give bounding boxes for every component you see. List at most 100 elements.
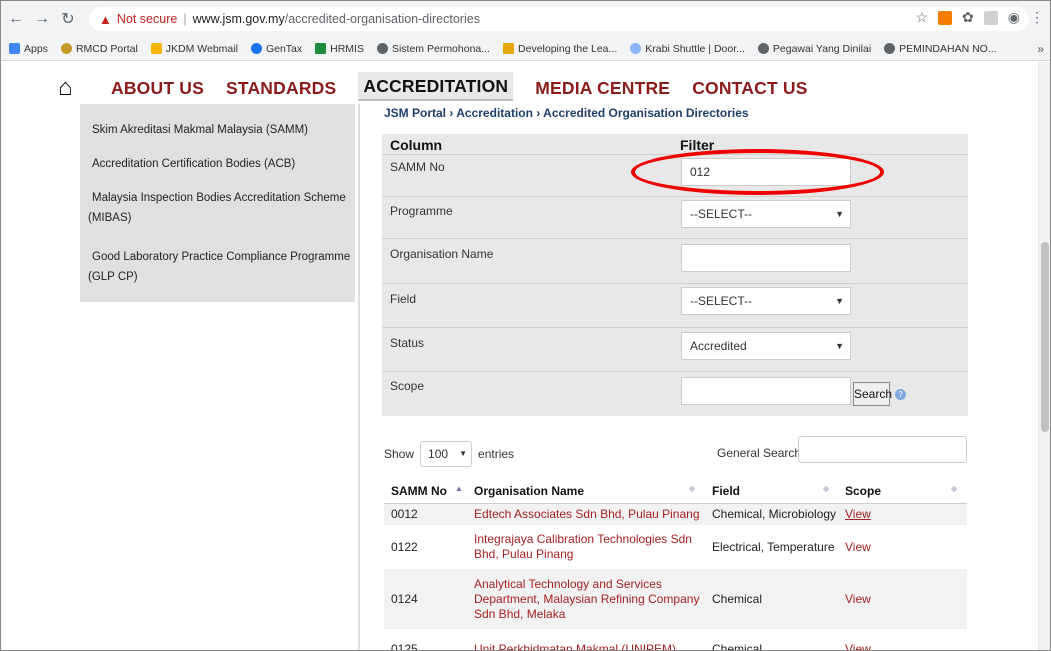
cell-organisation-link[interactable]: Analytical Technology and Services Depart… bbox=[467, 569, 705, 629]
help-icon[interactable]: ? bbox=[895, 389, 906, 400]
column-header-organisation[interactable]: Organisation Name ◆ bbox=[467, 479, 705, 504]
sidebar-item-mibas-cont[interactable]: (MIBAS) bbox=[80, 210, 131, 227]
entries-length-select[interactable]: 100 ▼ bbox=[420, 441, 473, 467]
page-scrollbar[interactable] bbox=[1038, 62, 1050, 650]
column-header-field[interactable]: Field ◆ bbox=[705, 479, 838, 504]
nav-media-centre[interactable]: MEDIA CENTRE bbox=[535, 78, 670, 99]
table-row: 0012 Edtech Associates Sdn Bhd, Pulau Pi… bbox=[384, 503, 967, 525]
bookmark-icon bbox=[250, 43, 262, 54]
header-label: Scope bbox=[845, 483, 882, 498]
status-selected: Accredited bbox=[690, 339, 747, 353]
sort-icon: ◆ bbox=[823, 484, 830, 493]
browser-window: ← → ↻ ▲ Not secure | www.jsm.gov.my/accr… bbox=[0, 0, 1051, 651]
scope-input[interactable] bbox=[681, 377, 851, 405]
bookmark-item[interactable]: RMCD Portal bbox=[60, 43, 138, 55]
general-search-input[interactable] bbox=[798, 436, 967, 463]
sidebar: Skim Akreditasi Makmal Malaysia (SAMM) A… bbox=[80, 104, 355, 302]
globe-icon bbox=[757, 43, 769, 54]
reload-icon[interactable]: ↻ bbox=[57, 8, 79, 30]
cell-scope-view-link[interactable]: View bbox=[838, 569, 967, 629]
row-divider bbox=[382, 327, 968, 328]
bookmark-item[interactable]: Sistem Permohona... bbox=[376, 43, 490, 55]
chevron-down-icon: ▼ bbox=[835, 209, 844, 219]
nav-about-us[interactable]: ABOUT US bbox=[111, 78, 204, 99]
bookmark-item[interactable]: JKDM Webmail bbox=[150, 43, 238, 55]
extension-pdf-icon[interactable] bbox=[983, 10, 998, 25]
bookmark-item[interactable]: Pegawai Yang Dinilai bbox=[757, 43, 871, 55]
cell-organisation-link[interactable]: Integrajaya Calibration Technologies Sdn… bbox=[467, 525, 705, 569]
header-label: Organisation Name bbox=[474, 483, 585, 498]
general-search-label: General Search: bbox=[717, 446, 805, 460]
cell-organisation-link[interactable]: Unit Perkhidmatan Makmal (UNIPEM), bbox=[467, 629, 705, 651]
globe-icon bbox=[884, 43, 896, 54]
bookmark-item[interactable]: HRMIS bbox=[315, 43, 364, 55]
browser-toolbar: ← → ↻ ▲ Not secure | www.jsm.gov.my/accr… bbox=[1, 1, 1050, 37]
header-label: Field bbox=[712, 483, 741, 498]
star-icon[interactable]: ☆ bbox=[915, 9, 928, 26]
field-selected: --SELECT-- bbox=[690, 294, 753, 308]
nav-contact-us[interactable]: CONTACT US bbox=[692, 78, 807, 99]
bookmark-icon bbox=[60, 43, 72, 54]
header-label: SAMM No bbox=[391, 483, 447, 498]
column-header-scope[interactable]: Scope ◆ bbox=[838, 479, 967, 504]
breadcrumb-portal[interactable]: JSM Portal bbox=[384, 106, 446, 120]
back-arrow-icon[interactable]: ← bbox=[5, 8, 27, 30]
highlight-annotation bbox=[631, 149, 884, 195]
home-icon[interactable]: ⌂ bbox=[58, 74, 73, 102]
url-separator: | bbox=[183, 12, 187, 26]
breadcrumb-current: Accredited Organisation Directories bbox=[543, 106, 749, 120]
row-divider bbox=[382, 371, 968, 372]
cell-samm-no: 0012 bbox=[384, 503, 467, 525]
field-select[interactable]: --SELECT-- ▼ bbox=[681, 287, 851, 315]
organisation-name-input[interactable] bbox=[681, 244, 851, 272]
programme-select[interactable]: --SELECT-- ▼ bbox=[681, 200, 851, 228]
not-secure-label: Not secure bbox=[116, 12, 178, 26]
bookmark-item[interactable]: GenTax bbox=[250, 43, 302, 55]
bookmark-item[interactable]: Developing the Lea... bbox=[503, 43, 617, 55]
org-line: Analytical Technology and Services bbox=[474, 576, 662, 591]
scrollbar-thumb[interactable] bbox=[1041, 242, 1049, 432]
sidebar-item-mibas[interactable]: Malaysia Inspection Bodies Accreditation… bbox=[80, 190, 346, 207]
cell-field: Chemical bbox=[712, 642, 763, 651]
bookmark-apps[interactable]: Apps bbox=[9, 43, 48, 55]
cell-scope-view-link[interactable]: View bbox=[838, 503, 967, 525]
status-select[interactable]: Accredited ▼ bbox=[681, 332, 851, 360]
sidebar-item-glp-cont[interactable]: (GLP CP) bbox=[80, 269, 138, 286]
bookmarks-overflow-icon[interactable]: » bbox=[1037, 42, 1044, 56]
extension-orange-icon[interactable] bbox=[938, 10, 953, 25]
org-line: Unit Perkhidmatan Makmal (UNIPEM), bbox=[474, 641, 680, 651]
sidebar-item-glp[interactable]: Good Laboratory Practice Compliance Prog… bbox=[80, 249, 350, 266]
bookmark-icon bbox=[503, 43, 515, 54]
profile-icon[interactable]: ◉ bbox=[1008, 9, 1020, 26]
column-header-samm-no[interactable]: SAMM No ▲ bbox=[384, 479, 467, 504]
cell-samm-no: 0125 bbox=[391, 642, 418, 651]
nav-accreditation[interactable]: ACCREDITATION bbox=[358, 72, 514, 101]
search-button[interactable]: Search bbox=[853, 382, 892, 406]
cell-field: Chemical bbox=[705, 569, 838, 629]
sidebar-item-samm[interactable]: Skim Akreditasi Makmal Malaysia (SAMM) bbox=[80, 122, 308, 139]
chevron-down-icon: ▼ bbox=[459, 449, 468, 458]
address-bar[interactable]: ▲ Not secure | www.jsm.gov.my/accredited… bbox=[89, 7, 1029, 31]
bookmark-item[interactable]: PEMINDAHAN NO... bbox=[884, 43, 997, 55]
forward-arrow-icon[interactable]: → bbox=[31, 8, 53, 30]
extension-gear-icon[interactable]: ✿ bbox=[962, 9, 974, 26]
table-row: 0125 Unit Perkhidmatan Makmal (UNIPEM), … bbox=[384, 629, 967, 651]
nav-standards[interactable]: STANDARDS bbox=[226, 78, 336, 99]
programme-selected: --SELECT-- bbox=[690, 207, 753, 221]
site-nav: ⌂ ABOUT US STANDARDS ACCREDITATION MEDIA… bbox=[1, 62, 1050, 104]
cell-scope-view-link[interactable]: View bbox=[838, 629, 967, 650]
cell-scope-view-link[interactable]: View bbox=[838, 525, 967, 569]
url-host: www.jsm.gov.my bbox=[192, 12, 285, 26]
org-line: Department, Malaysian Refining Company bbox=[474, 591, 700, 606]
breadcrumb-accreditation[interactable]: Accreditation bbox=[456, 106, 533, 120]
sidebar-item-acb[interactable]: Accreditation Certification Bodies (ACB) bbox=[80, 156, 295, 173]
bookmark-item[interactable]: Krabi Shuttle | Door... bbox=[630, 43, 745, 55]
extension-icons: ☆ ✿ ◉ ⋮ bbox=[915, 9, 1044, 26]
cell-organisation-link[interactable]: Edtech Associates Sdn Bhd, Pulau Pinang bbox=[467, 503, 705, 525]
cell-samm-no: 0124 bbox=[384, 569, 467, 629]
length-value: 100 bbox=[428, 447, 449, 461]
org-line: Sdn Bhd, Melaka bbox=[474, 606, 566, 621]
column-header: Column bbox=[390, 137, 443, 153]
warning-icon: ▲ bbox=[99, 11, 112, 27]
menu-dots-icon[interactable]: ⋮ bbox=[1030, 9, 1044, 26]
